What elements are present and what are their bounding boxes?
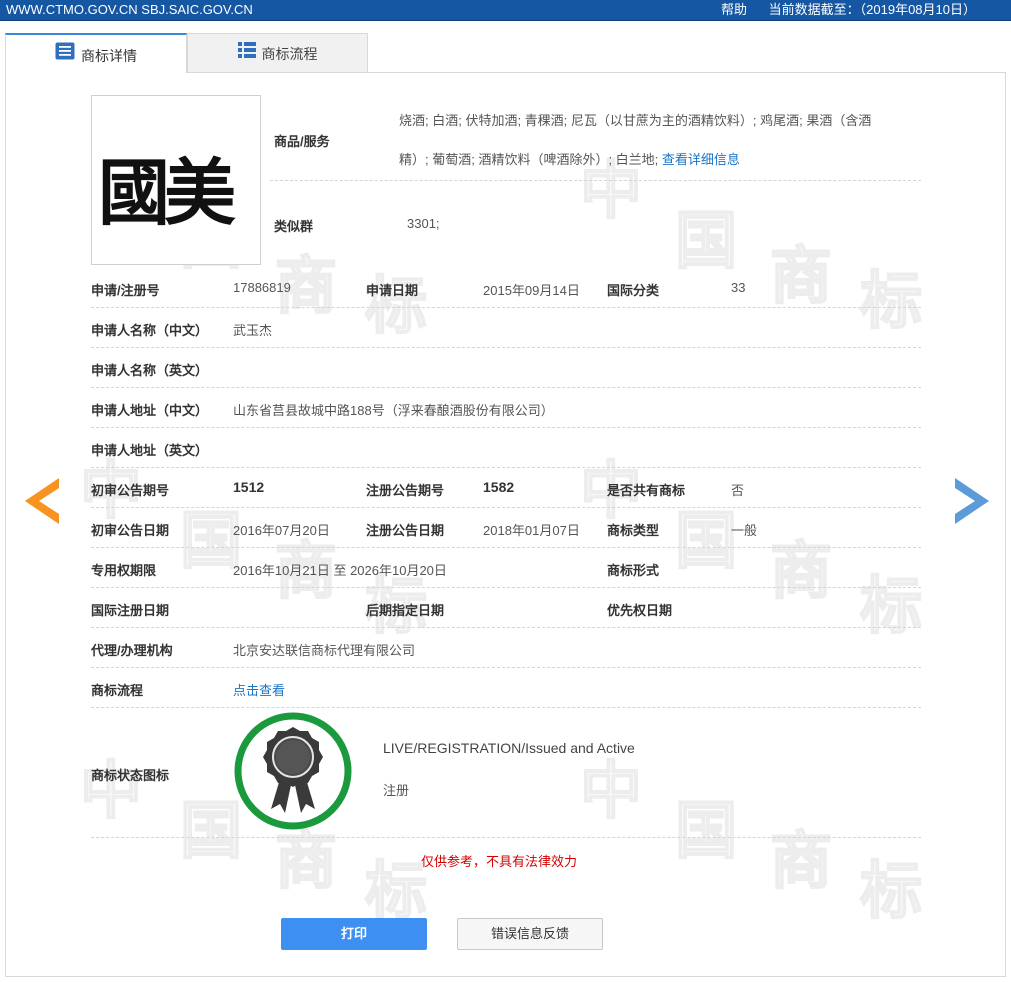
tab-bar: 商标详情 商标流程 — [5, 33, 1005, 73]
watermark-char: 标 — [364, 268, 428, 343]
agent-label: 代理/办理机构 — [91, 643, 173, 658]
list-icon — [237, 33, 256, 73]
app-date-label: 申请日期 — [366, 283, 419, 298]
app-no-value: 17886819 — [233, 280, 291, 295]
divider — [91, 667, 921, 668]
tab-label: 商标流程 — [261, 46, 318, 62]
divider — [91, 627, 921, 628]
intl-reg-date-label: 国际注册日期 — [91, 603, 170, 618]
divider — [91, 427, 921, 428]
divider — [91, 347, 921, 348]
divider — [91, 707, 921, 708]
print-button[interactable]: 打印 — [281, 918, 427, 950]
applicant-cn-label: 申请人名称（中文） — [91, 323, 209, 338]
divider — [91, 307, 921, 308]
view-details-link[interactable]: 查看详细信息 — [662, 152, 740, 167]
prelim-issue-value: 1512 — [233, 479, 265, 495]
help-link[interactable]: 帮助 — [721, 2, 747, 17]
prelim-date-value: 2016年07月20日 — [233, 523, 330, 538]
reg-issue-value: 1582 — [483, 479, 515, 495]
intl-class-value: 33 — [731, 280, 746, 295]
later-designation-label: 后期指定日期 — [366, 603, 445, 618]
watermark-char: 标 — [364, 853, 428, 928]
tab-trademark-process[interactable]: 商标流程 — [187, 33, 368, 73]
shared-label: 是否共有商标 — [607, 483, 686, 498]
divider — [91, 387, 921, 388]
divider — [91, 467, 921, 468]
priority-date-label: 优先权日期 — [607, 603, 673, 618]
disclaimer: 仅供参考，不具有法律效力 — [421, 854, 578, 869]
error-feedback-button[interactable]: 错误信息反馈 — [457, 918, 603, 950]
data-as-of: 当前数据截至：（2019年08月10日） — [768, 2, 976, 17]
applicant-cn-value: 武玉杰 — [233, 323, 273, 338]
trademark-mark-text: 國美 — [98, 150, 236, 235]
status-cn: 注册 — [383, 783, 410, 798]
status-icon-label: 商标状态图标 — [91, 768, 170, 783]
similar-group-value: 3301; — [407, 216, 440, 231]
top-bar: WWW.CTMO.GOV.CN SBJ.SAIC.GOV.CN 帮助 当前数据截… — [0, 0, 1011, 21]
type-label: 商标类型 — [607, 523, 660, 538]
previous-arrow-icon[interactable] — [25, 478, 61, 524]
reg-date-label: 注册公告日期 — [366, 523, 445, 538]
next-arrow-icon[interactable] — [953, 478, 989, 524]
trademark-image[interactable]: 國美 — [91, 95, 261, 265]
status-en: LIVE/REGISTRATION/Issued and Active — [383, 740, 635, 756]
shared-value: 否 — [731, 483, 745, 498]
watermark-char: 国 — [674, 503, 738, 578]
divider — [91, 507, 921, 508]
goods-label: 商品/服务 — [274, 134, 330, 149]
reg-issue-label: 注册公告期号 — [366, 483, 445, 498]
watermark-char: 标 — [859, 263, 923, 338]
watermark-char: 国 — [674, 793, 738, 868]
goods-line-2-wrap: 精）; 葡萄酒; 酒精饮料（啤酒除外）; 白兰地; 查看详细信息 — [399, 149, 740, 168]
applicant-en-label: 申请人名称（英文） — [91, 363, 209, 378]
type-value: 一般 — [731, 523, 758, 538]
goods-line-2: 精）; 葡萄酒; 酒精饮料（啤酒除外）; 白兰地; — [399, 152, 659, 167]
watermark-char: 国 — [674, 203, 738, 278]
details-icon — [55, 34, 75, 76]
divider — [91, 587, 921, 588]
similar-group-label: 类似群 — [274, 219, 314, 234]
reg-date-value: 2018年01月07日 — [483, 523, 580, 538]
watermark-char: 标 — [859, 853, 923, 928]
registered-badge-icon — [233, 711, 353, 831]
process-view-link[interactable]: 点击查看 — [233, 680, 285, 699]
divider — [270, 180, 921, 181]
prelim-issue-label: 初审公告期号 — [91, 483, 170, 498]
app-date-value: 2015年09月14日 — [483, 283, 580, 298]
watermark-char: 商 — [769, 238, 833, 313]
divider — [91, 547, 921, 548]
address-cn-label: 申请人地址（中文） — [91, 403, 209, 418]
process-label: 商标流程 — [91, 683, 144, 698]
app-no-label: 申请/注册号 — [91, 283, 160, 298]
site-urls[interactable]: WWW.CTMO.GOV.CN SBJ.SAIC.GOV.CN — [6, 0, 253, 20]
watermark-char: 商 — [769, 823, 833, 898]
tab-label: 商标详情 — [81, 48, 137, 64]
goods-line-1: 烧酒; 白酒; 伏特加酒; 青稞酒; 尼瓦（以甘蔗为主的酒精饮料）; 鸡尾酒; … — [399, 113, 872, 128]
watermark-char: 标 — [859, 568, 923, 643]
watermark-char: 中 — [79, 753, 143, 828]
divider — [91, 837, 921, 838]
top-bar-right: 帮助 当前数据截至：（2019年08月10日） — [703, 0, 976, 20]
agent-value: 北京安达联信商标代理有限公司 — [233, 643, 416, 658]
term-label: 专用权期限 — [91, 563, 157, 578]
watermark-char: 商 — [769, 533, 833, 608]
form-label: 商标形式 — [607, 563, 660, 578]
term-value: 2016年10月21日 至 2026年10月20日 — [233, 563, 447, 578]
prelim-date-label: 初审公告日期 — [91, 523, 170, 538]
tab-trademark-details[interactable]: 商标详情 — [5, 33, 187, 73]
intl-class-label: 国际分类 — [607, 283, 660, 298]
address-en-label: 申请人地址（英文） — [91, 443, 209, 458]
address-cn-value: 山东省莒县故城中路188号（浮来春酿酒股份有限公司） — [233, 403, 554, 418]
